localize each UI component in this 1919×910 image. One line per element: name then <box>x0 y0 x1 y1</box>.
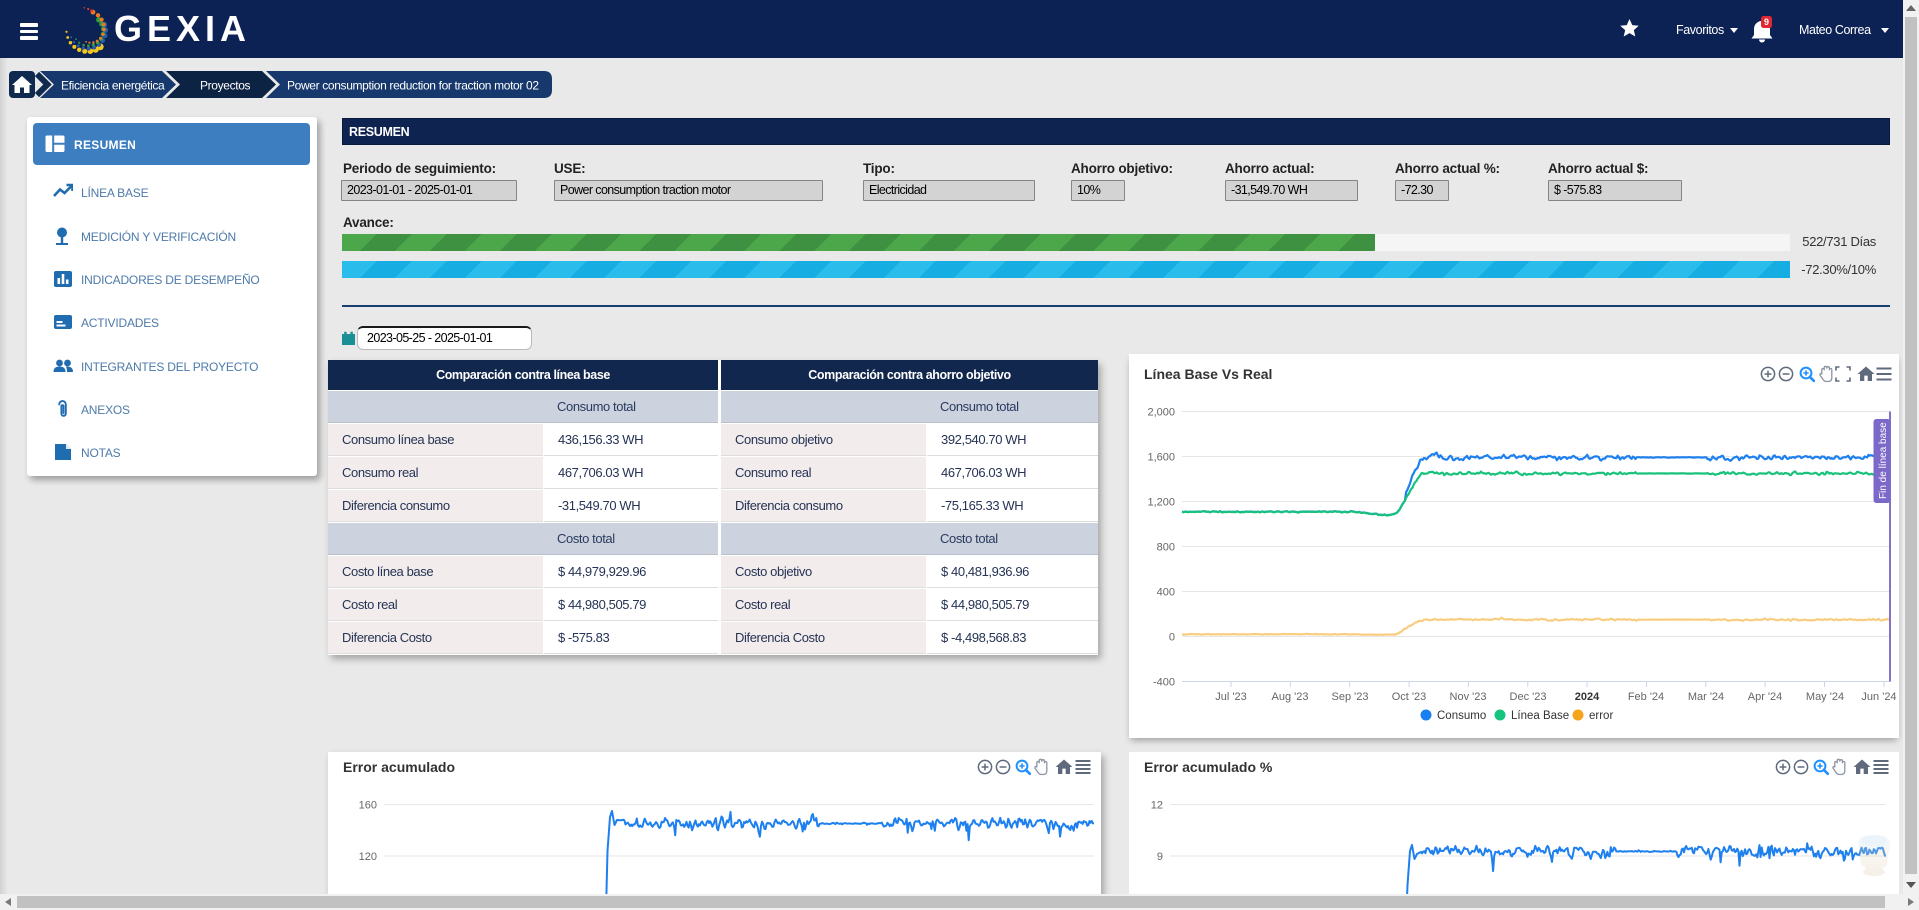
svg-text:Aug '23: Aug '23 <box>1272 691 1309 703</box>
svg-text:1,600: 1,600 <box>1147 452 1175 464</box>
svg-text:Sep '23: Sep '23 <box>1332 691 1369 703</box>
svg-text:120: 120 <box>359 851 377 863</box>
svg-text:Jul '23: Jul '23 <box>1215 691 1246 703</box>
svg-text:-400: -400 <box>1153 677 1175 689</box>
svg-text:Feb '24: Feb '24 <box>1628 691 1664 703</box>
svg-text:Oct '23: Oct '23 <box>1392 691 1427 703</box>
svg-text:400: 400 <box>1157 587 1175 599</box>
svg-text:Mar '24: Mar '24 <box>1688 691 1724 703</box>
svg-text:2,000: 2,000 <box>1147 407 1175 419</box>
svg-text:Apr '24: Apr '24 <box>1748 691 1783 703</box>
svg-text:Power consumption reduction fo: Power consumption reduction for traction… <box>287 79 539 93</box>
svg-text:9: 9 <box>1157 851 1163 863</box>
svg-text:Línea Base: Línea Base <box>1511 710 1569 722</box>
svg-text:2024: 2024 <box>1575 691 1600 703</box>
svg-text:Fin de línea base: Fin de línea base <box>1878 422 1889 499</box>
svg-text:1,200: 1,200 <box>1147 497 1175 509</box>
svg-text:Jun '24: Jun '24 <box>1861 691 1896 703</box>
svg-text:error: error <box>1589 710 1613 722</box>
svg-text:12: 12 <box>1151 800 1163 812</box>
svg-text:0: 0 <box>1169 632 1175 644</box>
svg-text:Dec '23: Dec '23 <box>1510 691 1547 703</box>
svg-text:Eficiencia energética: Eficiencia energética <box>61 79 165 93</box>
svg-text:Nov '23: Nov '23 <box>1450 691 1487 703</box>
svg-text:800: 800 <box>1157 542 1175 554</box>
svg-text:May '24: May '24 <box>1806 691 1844 703</box>
svg-text:160: 160 <box>359 800 377 812</box>
svg-text:Proyectos: Proyectos <box>200 79 251 93</box>
svg-text:Consumo: Consumo <box>1437 710 1486 722</box>
